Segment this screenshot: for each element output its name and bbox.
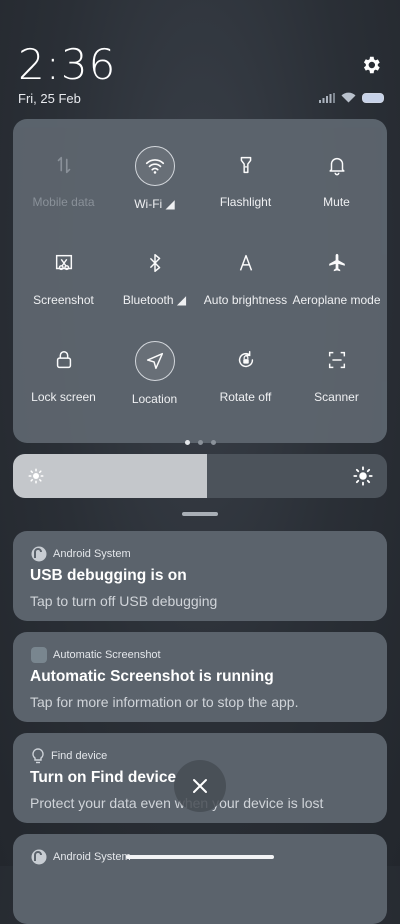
tile-label: Scanner (314, 390, 359, 404)
lock-icon (45, 341, 83, 379)
notification-text: Tap to turn off USB debugging (30, 593, 218, 609)
tile-label: Lock screen (31, 390, 96, 404)
status-icons (319, 92, 384, 103)
notification-app: Android System (31, 849, 131, 865)
rotate-lock-icon (227, 341, 265, 379)
bell-icon (318, 146, 356, 184)
tile-lock-screen[interactable]: Lock screen (17, 341, 110, 404)
clock-time: 2:36 (18, 40, 117, 89)
page-indicator (13, 432, 387, 450)
date-label: Fri, 25 Feb (18, 91, 81, 106)
location-icon (134, 341, 175, 381)
notification-app: Automatic Screenshot (31, 647, 161, 663)
notification-card[interactable]: Automatic Screenshot Automatic Screenshot… (13, 632, 387, 722)
tile-wifi[interactable]: Wi-Fi ◢ (108, 146, 201, 211)
tile-label: Screenshot (33, 293, 94, 307)
bluetooth-icon (136, 244, 174, 282)
scanner-icon (318, 341, 356, 379)
page-dot (197, 440, 203, 445)
flashlight-icon (227, 146, 265, 184)
tile-rotate[interactable]: Rotate off (199, 341, 292, 404)
brightness-low-icon (28, 468, 44, 484)
android-system-icon (31, 849, 47, 865)
tile-label: Mobile data (32, 195, 95, 209)
tile-label: Location (131, 392, 178, 406)
notification-app-name: Find device (51, 750, 108, 762)
page-dot (184, 440, 190, 445)
page-dot (210, 440, 216, 445)
tile-label: Flashlight (219, 195, 272, 209)
tile-location[interactable]: Location (108, 341, 201, 406)
tile-label: Wi-Fi ◢ (134, 197, 175, 211)
tile-bluetooth[interactable]: Bluetooth ◢ (108, 244, 201, 307)
tile-scanner[interactable]: Scanner (290, 341, 383, 404)
wifi-icon (134, 146, 175, 186)
notification-title: USB debugging is on (30, 567, 187, 584)
quick-settings-panel: Mobile data Wi-Fi ◢ Flashlight Mute Screensh… (13, 119, 387, 445)
battery-icon (362, 92, 384, 103)
gear-icon[interactable] (360, 54, 382, 76)
notification-card[interactable]: Android System USB debugging is on Tap to … (13, 531, 387, 621)
notification-title: Turn on Find device (30, 769, 177, 786)
tile-label: Mute (323, 195, 350, 209)
tile-auto-brightness[interactable]: Auto brightness (199, 244, 292, 307)
brightness-slider[interactable] (13, 454, 387, 498)
notification-text: Tap for more information or to stop the … (30, 694, 299, 710)
drag-handle[interactable] (182, 512, 218, 516)
tile-mute[interactable]: Mute (290, 146, 383, 209)
gesture-nav-bar[interactable] (126, 855, 274, 859)
find-device-icon (31, 748, 45, 764)
brightness-high-icon (353, 466, 373, 486)
tile-label: Bluetooth ◢ (122, 293, 187, 307)
notification-app-name: Android System (53, 548, 131, 560)
android-system-icon (31, 546, 47, 562)
notification-app: Android System (31, 546, 131, 562)
wifi-status-icon (341, 92, 356, 103)
mobile-data-icon (45, 146, 83, 184)
screenshot-icon (45, 244, 83, 282)
tile-label: Rotate off (219, 390, 272, 404)
clear-notifications-button[interactable] (174, 760, 226, 812)
signal-icon (319, 92, 335, 103)
notification-title: Automatic Screenshot is running (30, 668, 274, 685)
auto-brightness-icon (227, 244, 265, 282)
airplane-icon (318, 244, 356, 282)
tile-label: Auto brightness (203, 293, 288, 307)
tile-label: Aeroplane mode (292, 293, 381, 307)
notification-app-name: Android System (53, 851, 131, 863)
notification-app-name: Automatic Screenshot (53, 649, 161, 661)
auto-screenshot-app-icon (31, 647, 47, 663)
close-icon (193, 779, 207, 793)
notification-app: Find device (31, 748, 107, 764)
tile-screenshot[interactable]: Screenshot (17, 244, 110, 307)
tile-mobile-data[interactable]: Mobile data (17, 146, 110, 209)
tile-aeroplane[interactable]: Aeroplane mode (290, 244, 383, 307)
notification-card[interactable]: Android System (13, 834, 387, 924)
tile-flashlight[interactable]: Flashlight (199, 146, 292, 209)
